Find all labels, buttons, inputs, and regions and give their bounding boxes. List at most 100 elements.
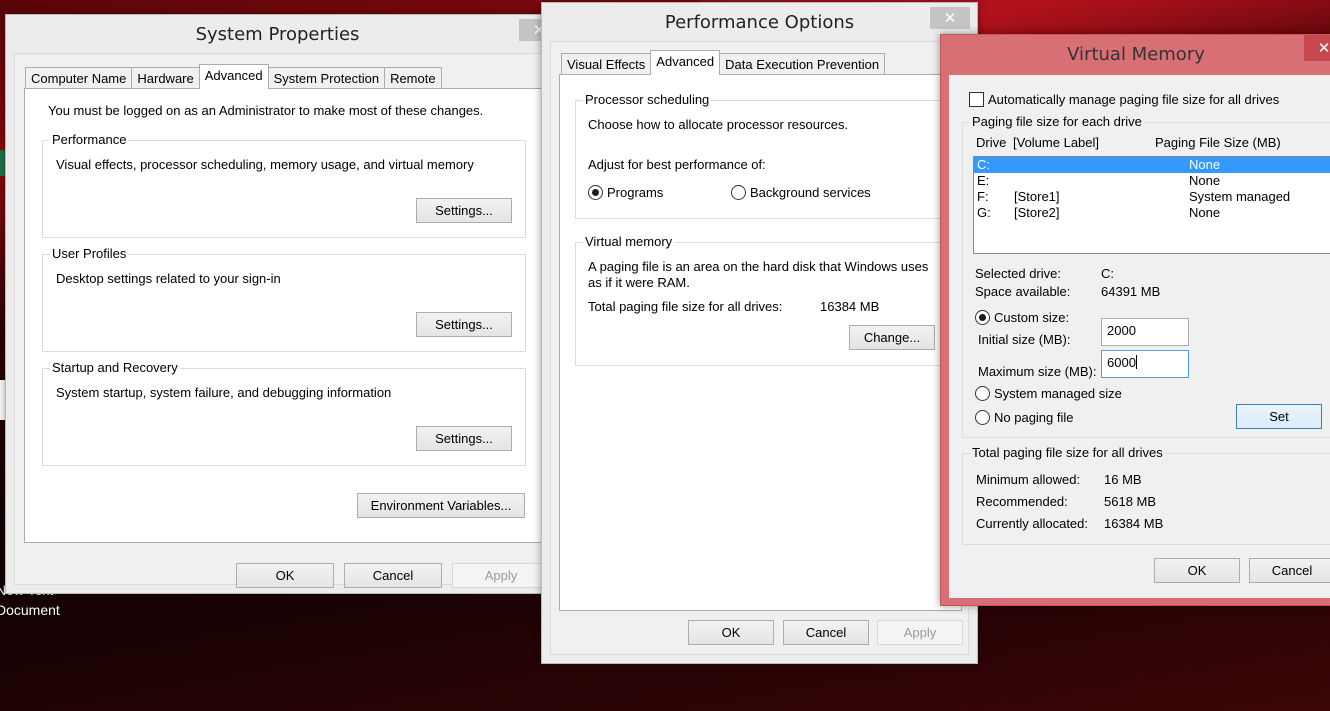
ok-button[interactable]: OK — [236, 563, 334, 588]
drive-paging-size: System managed — [1189, 189, 1291, 204]
virtual-memory-group: Virtual memory A paging file is an area … — [575, 234, 955, 366]
no-paging-file-radio[interactable] — [975, 410, 990, 425]
total-paging-label: Total paging file size for all drives: — [588, 299, 783, 314]
performance-settings-button[interactable]: Settings... — [416, 198, 512, 223]
drive-letter: G: — [977, 205, 991, 220]
no-paging-file-label[interactable]: No paging file — [994, 410, 1074, 426]
dialog-client: Visual Effects Advanced Data Execution P… — [550, 41, 969, 655]
environment-variables-button[interactable]: Environment Variables... — [357, 493, 525, 518]
system-managed-radio[interactable] — [975, 386, 990, 401]
total-paging-value: 16384 MB — [820, 299, 880, 314]
drive-row[interactable]: G: [Store2] None — [974, 205, 1330, 221]
user-profiles-group: User Profiles Desktop settings related t… — [42, 246, 526, 352]
programs-radio-label[interactable]: Programs — [607, 185, 663, 201]
tab-system-protection[interactable]: System Protection — [267, 67, 386, 89]
drive-paging-size: None — [1189, 205, 1221, 220]
startup-recovery-settings-button[interactable]: Settings... — [416, 426, 512, 451]
startup-recovery-group: Startup and Recovery System startup, sys… — [42, 360, 526, 466]
apply-button[interactable]: Apply — [452, 563, 550, 588]
maximum-size-value: 6000 — [1107, 355, 1136, 370]
tab-data-execution-prevention[interactable]: Data Execution Prevention — [719, 53, 886, 75]
background-services-radio[interactable] — [731, 185, 746, 200]
minimum-allowed-value: 16 MB — [1104, 472, 1142, 487]
drive-label: [Store2] — [1014, 205, 1060, 220]
virtual-memory-label: Virtual memory — [583, 234, 675, 250]
drive-row[interactable]: C: None — [974, 157, 1330, 173]
minimum-allowed-label: Minimum allowed: — [976, 472, 1081, 487]
close-button[interactable]: ✕ — [930, 7, 970, 29]
custom-size-label[interactable]: Custom size: — [994, 310, 1069, 326]
custom-size-radio[interactable] — [975, 310, 990, 325]
drive-paging-size: None — [1189, 157, 1221, 172]
startup-recovery-group-label: Startup and Recovery — [50, 360, 180, 376]
performance-description: Visual effects, processor scheduling, me… — [56, 157, 474, 172]
selected-drive-value: C: — [1101, 266, 1114, 281]
performance-options-dialog: Performance Options ✕ Visual Effects Adv… — [541, 2, 978, 664]
space-available-label: Space available: — [975, 284, 1071, 299]
user-profiles-settings-button[interactable]: Settings... — [416, 312, 512, 337]
text-caret — [1135, 355, 1137, 369]
startup-recovery-description: System startup, system failure, and debu… — [56, 385, 392, 400]
tab-strip: Computer Name Hardware Advanced System P… — [25, 64, 442, 89]
tab-computer-name[interactable]: Computer Name — [25, 67, 133, 89]
maximum-size-label: Maximum size (MB): — [978, 364, 1097, 379]
processor-scheduling-label: Processor scheduling — [583, 92, 712, 108]
initial-size-label: Initial size (MB): — [978, 332, 1071, 347]
initial-size-input[interactable]: 2000 — [1101, 318, 1189, 346]
drive-letter: F: — [977, 189, 989, 204]
maximum-size-input[interactable]: 6000 — [1101, 350, 1189, 378]
system-properties-dialog: System Properties ✕ Computer Name Hardwa… — [5, 14, 559, 594]
dialog-title: Virtual Memory — [1067, 44, 1205, 65]
virtual-memory-dialog: Virtual Memory ✕ Automatically manage pa… — [940, 34, 1330, 606]
drive-letter: C: — [977, 157, 990, 172]
auto-manage-checkbox[interactable] — [969, 92, 984, 107]
dialog-title: System Properties — [195, 24, 360, 45]
drive-row[interactable]: E: None — [974, 173, 1330, 189]
drive-label: [Store1] — [1014, 189, 1060, 204]
performance-group-label: Performance — [50, 132, 129, 148]
programs-radio[interactable] — [588, 185, 603, 200]
ok-button[interactable]: OK — [1154, 558, 1240, 583]
drive-letter: E: — [977, 173, 990, 188]
tab-strip: Visual Effects Advanced Data Execution P… — [561, 50, 886, 75]
currently-allocated-label: Currently allocated: — [976, 516, 1088, 531]
cancel-button[interactable]: Cancel — [344, 563, 442, 588]
recommended-value: 5618 MB — [1104, 494, 1157, 509]
recommended-label: Recommended: — [976, 494, 1068, 509]
per-drive-group-label: Paging file size for each drive — [970, 114, 1144, 130]
ok-button[interactable]: OK — [688, 620, 774, 645]
space-available-value: 64391 MB — [1101, 284, 1161, 299]
cancel-button[interactable]: Cancel — [1249, 558, 1330, 583]
user-profiles-group-label: User Profiles — [50, 246, 129, 262]
drive-row[interactable]: F: [Store1] System managed — [974, 189, 1330, 205]
performance-group: Performance Visual effects, processor sc… — [42, 132, 526, 238]
set-button[interactable]: Set — [1236, 404, 1322, 429]
tab-visual-effects[interactable]: Visual Effects — [561, 53, 652, 75]
tab-advanced[interactable]: Advanced — [198, 64, 269, 89]
user-profiles-description: Desktop settings related to your sign-in — [56, 271, 281, 286]
processor-scheduling-description: Choose how to allocate processor resourc… — [588, 117, 849, 132]
tab-remote[interactable]: Remote — [384, 67, 442, 89]
cancel-button[interactable]: Cancel — [783, 620, 869, 645]
dialog-title: Performance Options — [664, 12, 855, 33]
tab-hardware[interactable]: Hardware — [131, 67, 200, 89]
auto-manage-label[interactable]: Automatically manage paging file size fo… — [988, 92, 1279, 108]
close-button[interactable]: ✕ — [1304, 35, 1330, 61]
dialog-client: Automatically manage paging file size fo… — [949, 75, 1330, 598]
background-services-radio-label[interactable]: Background services — [750, 185, 871, 201]
drive-list[interactable]: C: None E: None F: [Store1] System manag… — [973, 156, 1330, 254]
advanced-tab-panel: Processor scheduling Choose how to alloc… — [559, 74, 962, 611]
totals-group-label: Total paging file size for all drives — [970, 445, 1165, 461]
change-button[interactable]: Change... — [849, 325, 935, 350]
dialog-client: Computer Name Hardware Advanced System P… — [14, 53, 554, 588]
processor-scheduling-group: Processor scheduling Choose how to alloc… — [575, 92, 955, 219]
per-drive-group: Paging file size for each drive Drive [V… — [962, 114, 1330, 438]
drive-paging-size: None — [1189, 173, 1221, 188]
selected-drive-label: Selected drive: — [975, 266, 1061, 281]
column-volume-label: [Volume Label] — [1013, 135, 1100, 150]
virtual-memory-description-2: as if it were RAM. — [588, 275, 690, 290]
system-managed-label[interactable]: System managed size — [994, 386, 1122, 402]
apply-button[interactable]: Apply — [877, 620, 963, 645]
desktop-icon-label-line2[interactable]: Document — [0, 602, 60, 618]
tab-advanced[interactable]: Advanced — [650, 50, 721, 75]
